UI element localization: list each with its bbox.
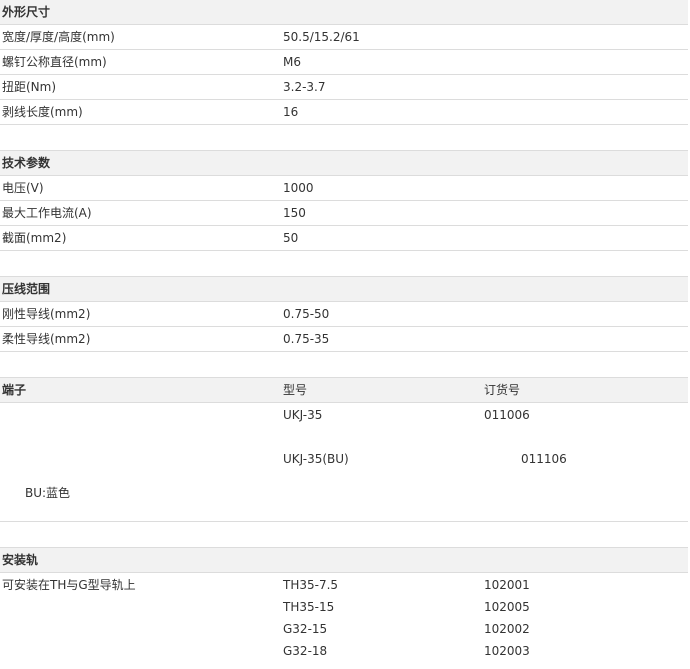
table-row: 刚性导线(mm2) 0.75-50: [0, 302, 688, 327]
row-label: 最大工作电流(A): [2, 206, 92, 220]
spacer-row: [0, 125, 688, 151]
table-row: 剥线长度(mm) 16: [0, 100, 688, 125]
row-value: 0.75-50: [283, 307, 330, 321]
row-label: 宽度/厚度/高度(mm): [2, 30, 115, 44]
table-row: 宽度/厚度/高度(mm) 50.5/15.2/61: [0, 25, 688, 50]
row-label: 剥线长度(mm): [2, 105, 83, 119]
rail-block: 可安装在TH与G型导轨上 TH35-7.5 102001 TH35-15 102…: [0, 573, 688, 669]
row-value: 50.5/15.2/61: [283, 30, 360, 44]
rail-model: G32-18: [283, 644, 328, 658]
section-title: 技术参数: [2, 156, 51, 170]
section-title: 压线范围: [2, 282, 51, 296]
row-label: 截面(mm2): [2, 231, 67, 245]
rail-model: TH35-15: [283, 600, 335, 614]
terminal-block: UKJ-35 011006 UKJ-35(BU) 011106 BU:蓝色: [0, 403, 688, 522]
row-value: 150: [283, 206, 306, 220]
table-row: 螺钉公称直径(mm) M6: [0, 50, 688, 75]
section-title: 端子: [2, 383, 27, 397]
spacer-row: [0, 352, 688, 378]
section-title: 外形尺寸: [2, 5, 51, 19]
terminal-order: 011106: [521, 452, 567, 466]
column-header-order: 订货号: [484, 383, 521, 397]
rail-order: 102003: [484, 644, 530, 658]
terminal-model: UKJ-35: [283, 408, 323, 422]
row-label: 电压(V): [2, 181, 44, 195]
rail-order: 102002: [484, 622, 530, 636]
table-row: 电压(V) 1000: [0, 176, 688, 201]
row-value: 0.75-35: [283, 332, 330, 346]
section-header-technical: 技术参数: [0, 151, 688, 176]
rail-order: 102005: [484, 600, 530, 614]
terminal-model: UKJ-35(BU): [283, 452, 349, 466]
rail-order: 102001: [484, 578, 530, 592]
rail-label: 可安装在TH与G型导轨上: [2, 578, 136, 592]
spacer-row: [0, 251, 688, 277]
section-header-terminal: 端子 型号 订货号: [0, 378, 688, 403]
rail-model: G32-15: [283, 622, 328, 636]
table-row: 最大工作电流(A) 150: [0, 201, 688, 226]
row-label: 柔性导线(mm2): [2, 332, 91, 346]
spec-table: 外形尺寸 宽度/厚度/高度(mm) 50.5/15.2/61 螺钉公称直径(mm…: [0, 0, 688, 669]
column-header-model: 型号: [283, 383, 308, 397]
rail-model: TH35-7.5: [283, 578, 339, 592]
table-row: 截面(mm2) 50: [0, 226, 688, 251]
section-header-rail: 安装轨: [0, 548, 688, 573]
row-value: 16: [283, 105, 299, 119]
section-header-dimensions: 外形尺寸: [0, 0, 688, 25]
row-value: 1000: [283, 181, 314, 195]
row-value: 50: [283, 231, 299, 245]
section-header-crimp: 压线范围: [0, 277, 688, 302]
terminal-note: BU:蓝色: [25, 486, 71, 500]
row-label: 刚性导线(mm2): [2, 307, 91, 321]
row-value: 3.2-3.7: [283, 80, 326, 94]
spacer-row: [0, 522, 688, 548]
row-label: 扭距(Nm): [2, 80, 57, 94]
table-row: 扭距(Nm) 3.2-3.7: [0, 75, 688, 100]
row-label: 螺钉公称直径(mm): [2, 55, 107, 69]
row-value: M6: [283, 55, 301, 69]
table-row: 柔性导线(mm2) 0.75-35: [0, 327, 688, 352]
section-title: 安装轨: [2, 553, 39, 567]
terminal-order: 011006: [484, 408, 530, 422]
